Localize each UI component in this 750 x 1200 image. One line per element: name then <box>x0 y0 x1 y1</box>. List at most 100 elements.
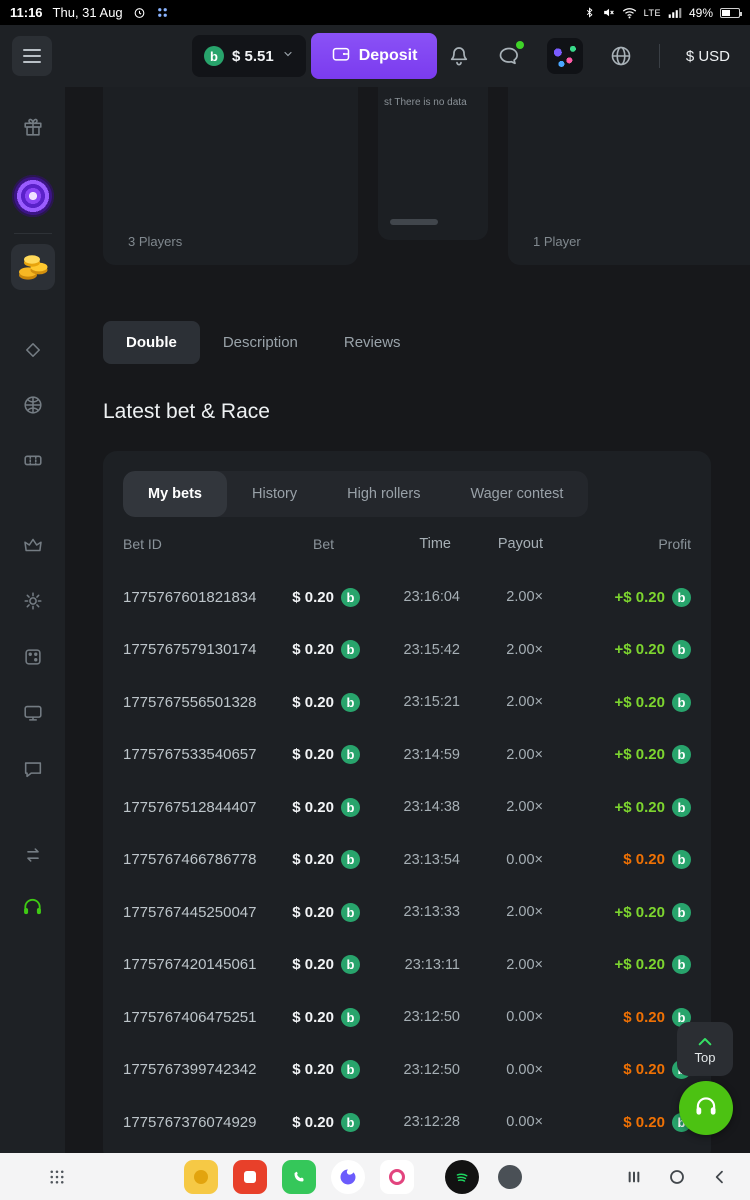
scroll-to-top-button[interactable]: Top <box>677 1022 733 1076</box>
online-dot <box>516 41 524 49</box>
bet-time: 23:12:50 <box>360 1062 468 1078</box>
phone-app-icon[interactable] <box>282 1160 316 1194</box>
bet-amount: $ 0.20b <box>268 1060 360 1079</box>
balance-amount: $ 5.51 <box>232 48 274 65</box>
sidebar-item-swap[interactable] <box>11 837 55 877</box>
android-nav-bar <box>0 1153 750 1200</box>
bet-profit: +$ 0.20b <box>543 798 691 817</box>
bet-id: 1775767420145061 <box>123 956 268 973</box>
bet-amount: $ 0.20b <box>268 588 360 607</box>
table-row: 1775767601821834 $ 0.20b 23:16:04 2.00× … <box>123 571 691 624</box>
menu-button[interactable] <box>12 36 52 76</box>
tab-reviews[interactable]: Reviews <box>321 321 424 364</box>
bets-card: My bets History High rollers Wager conte… <box>103 451 711 1153</box>
sidebar-item-double-game[interactable] <box>11 173 55 219</box>
home-button[interactable] <box>668 1168 686 1186</box>
sidebar-item-vip[interactable] <box>11 527 55 567</box>
bet-time: 23:15:42 <box>360 642 468 658</box>
tab-high-rollers[interactable]: High rollers <box>322 471 445 517</box>
bet-time: 23:14:38 <box>360 799 468 815</box>
android-status-bar: 11:16 Thu, 31 Aug LTE 49% <box>0 0 750 25</box>
back-button[interactable] <box>712 1169 728 1185</box>
col-bet-id: Bet ID <box>123 536 268 552</box>
avatar[interactable] <box>547 38 583 74</box>
bet-id: 1775767376074929 <box>123 1114 268 1131</box>
bet-id: 1775767579130174 <box>123 641 268 658</box>
sidebar-item-bonus[interactable] <box>11 109 55 149</box>
signal-icon <box>668 7 682 19</box>
bet-time: 23:13:11 <box>360 957 468 973</box>
table-row: 1775767533540657 $ 0.20b 23:14:59 2.00× … <box>123 729 691 782</box>
coins-game-thumb <box>11 244 55 290</box>
bet-profit: +$ 0.20b <box>543 955 691 974</box>
notifications-bell-icon[interactable] <box>447 44 471 68</box>
bet-id: 1775767601821834 <box>123 589 268 606</box>
tab-my-bets[interactable]: My bets <box>123 471 227 517</box>
sidebar-item-settings[interactable] <box>11 583 55 623</box>
bet-profit: +$ 0.20b <box>543 903 691 922</box>
sidebar-item-coins-game[interactable] <box>11 244 55 290</box>
main-content: 3 Players st There is no data 1 Player D… <box>65 87 750 1153</box>
bet-time: 23:15:21 <box>360 694 468 710</box>
no-data-message: st There is no data <box>384 97 484 108</box>
section-title: Latest bet & Race <box>103 400 750 424</box>
bet-payout: 2.00× <box>468 642 543 658</box>
app-drawer-icon[interactable] <box>48 1168 66 1186</box>
tab-description[interactable]: Description <box>200 321 321 364</box>
sidebar-item-casino[interactable] <box>11 332 55 372</box>
bet-amount: $ 0.20b <box>268 640 360 659</box>
bet-id: 1775767445250047 <box>123 904 268 921</box>
sidebar-item-games[interactable] <box>11 639 55 679</box>
chevron-down-icon <box>282 47 294 65</box>
deposit-button[interactable]: Deposit <box>311 33 438 79</box>
bet-payout: 2.00× <box>468 799 543 815</box>
bet-id: 1775767406475251 <box>123 1009 268 1026</box>
tab-wager-contest[interactable]: Wager contest <box>445 471 588 517</box>
page-tabs: Double Description Reviews <box>103 321 750 364</box>
bet-amount: $ 0.20b <box>268 850 360 869</box>
chat-icon[interactable] <box>497 44 521 68</box>
app-icon-7[interactable] <box>498 1165 522 1189</box>
balance-dropdown[interactable]: b $ 5.51 <box>192 35 306 77</box>
battery-percent: 49% <box>689 6 713 20</box>
gift-icon <box>22 116 44 143</box>
language-globe-icon[interactable] <box>609 44 633 68</box>
recents-button[interactable] <box>626 1169 642 1185</box>
bet-payout: 2.00× <box>468 957 543 973</box>
spotify-app-icon[interactable] <box>445 1160 479 1194</box>
bet-time: 23:13:54 <box>360 852 468 868</box>
currency-selector[interactable]: $ USD <box>686 48 730 65</box>
coin-icon: b <box>672 588 691 607</box>
bet-profit: $ 0.20b <box>543 1008 691 1027</box>
sidebar-item-live[interactable] <box>11 695 55 735</box>
sidebar-item-support[interactable] <box>11 889 55 929</box>
app-icon-1[interactable] <box>184 1160 218 1194</box>
app-icon-4[interactable] <box>331 1160 365 1194</box>
apps-grid-icon <box>156 6 169 19</box>
tab-double[interactable]: Double <box>103 321 200 364</box>
tab-history[interactable]: History <box>227 471 322 517</box>
divider <box>659 44 660 68</box>
sidebar-item-lottery[interactable] <box>11 442 55 482</box>
col-time: Time <box>360 536 468 552</box>
game-card-3[interactable]: 1 Player <box>508 87 750 265</box>
bet-payout: 2.00× <box>468 589 543 605</box>
game-card-2[interactable]: st There is no data <box>378 87 488 240</box>
monitor-icon <box>22 702 44 729</box>
table-row: 1775767579130174 $ 0.20b 23:15:42 2.00× … <box>123 624 691 677</box>
camera-app-icon[interactable] <box>380 1160 414 1194</box>
table-row: 1775767399742342 $ 0.20b 23:12:50 0.00× … <box>123 1044 691 1097</box>
table-header: Bet ID Bet Time Payout Profit <box>123 517 691 571</box>
sidebar-item-forum[interactable] <box>11 751 55 791</box>
coin-icon: b <box>672 955 691 974</box>
sidebar-item-sports[interactable] <box>11 387 55 427</box>
headset-icon <box>693 1093 719 1124</box>
bet-amount: $ 0.20b <box>268 955 360 974</box>
coin-icon: b <box>341 1060 360 1079</box>
bet-time: 23:12:28 <box>360 1114 468 1130</box>
game-card-1[interactable]: 3 Players <box>103 87 358 265</box>
app-icon-2[interactable] <box>233 1160 267 1194</box>
support-fab[interactable] <box>679 1081 733 1135</box>
swap-icon <box>22 844 44 871</box>
bet-payout: 0.00× <box>468 1062 543 1078</box>
